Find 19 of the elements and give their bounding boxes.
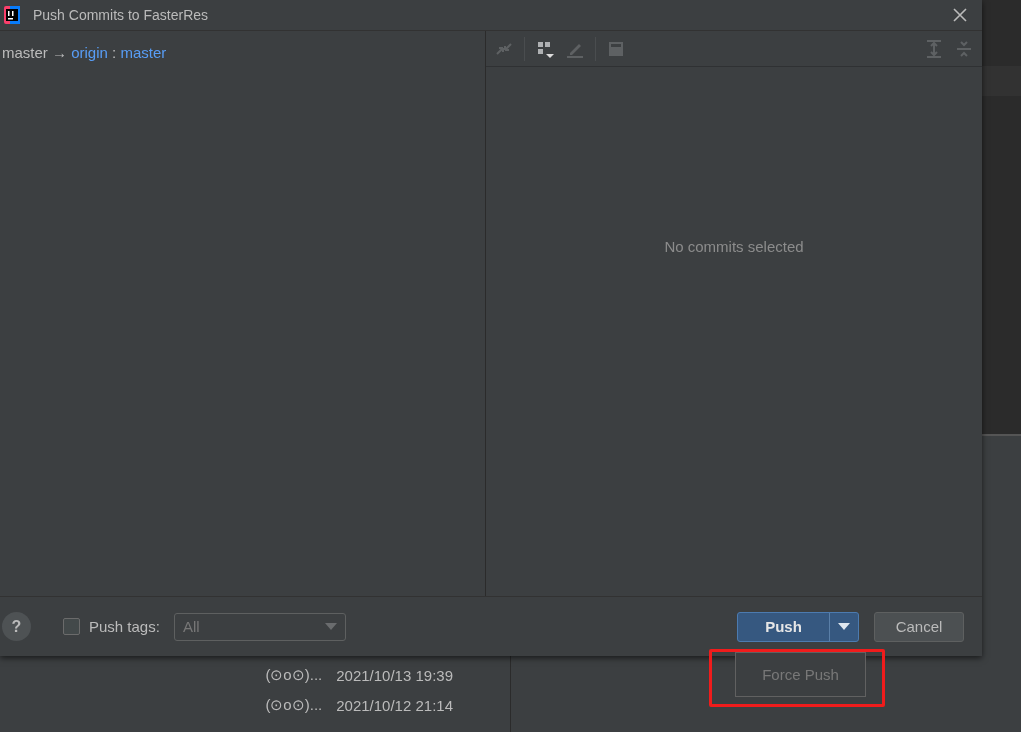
branch-link[interactable]: master: [120, 44, 167, 61]
date-cell: 2021/10/13 19:39: [336, 666, 453, 684]
window-title: Push Commits to FasterRes: [33, 7, 209, 23]
remote-link[interactable]: origin: [71, 44, 108, 61]
caret-icon: [324, 623, 337, 630]
help-button[interactable]: ?: [2, 612, 31, 641]
push-spec: master → origin : master: [2, 44, 167, 61]
close-icon[interactable]: [952, 7, 968, 23]
date-cell: 2021/10/12 21:14: [336, 696, 453, 714]
author-cell: (⊙o⊙)...: [265, 696, 323, 714]
author-cell: (⊙o⊙)...: [265, 666, 323, 684]
cancel-button[interactable]: Cancel: [874, 611, 964, 642]
empty-message: No commits selected: [664, 238, 804, 256]
push-tags-label: Push tags:: [89, 618, 160, 635]
expand-all-icon[interactable]: [924, 38, 944, 59]
app-logo-icon: [4, 6, 20, 24]
caret-icon: [838, 623, 850, 630]
collapse-all-icon[interactable]: [954, 38, 974, 59]
push-tags-checkbox[interactable]: [63, 618, 80, 635]
